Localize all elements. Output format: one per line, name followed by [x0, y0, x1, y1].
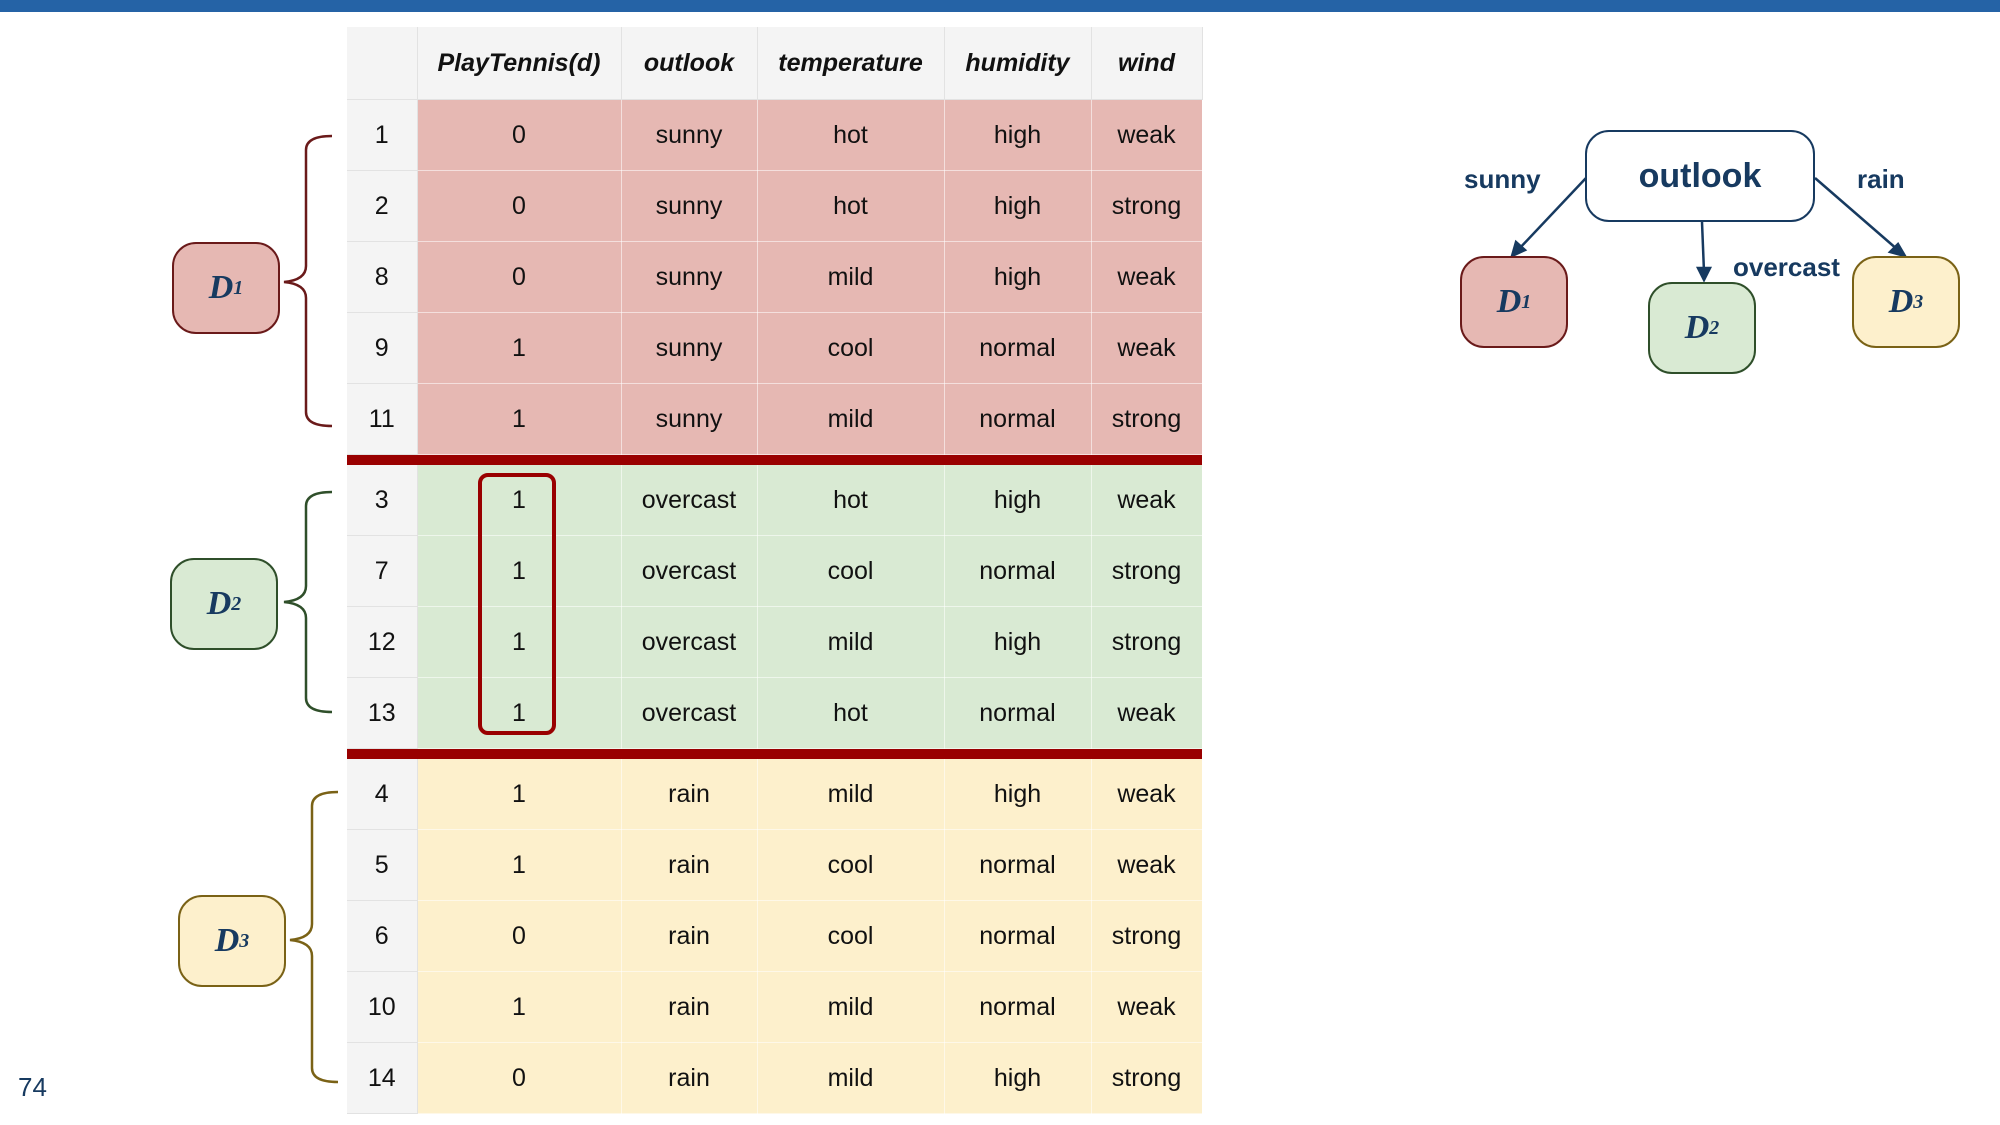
- edge-label-sunny: sunny: [1464, 164, 1541, 194]
- group-label-d3: D3: [178, 895, 286, 987]
- tree-leaf-d3: D3: [1852, 256, 1960, 348]
- edge-label-rain: rain: [1857, 164, 1905, 194]
- tree-root-outlook: outlook: [1585, 130, 1815, 222]
- tree-leaf-d2: D2: [1648, 282, 1756, 374]
- group-label-d2: D2: [170, 558, 278, 650]
- brace-d3: [289, 790, 339, 1084]
- edge-overcast: [1700, 221, 1706, 273]
- edge-label-overcast: overcast: [1733, 252, 1840, 282]
- brace-d2: [283, 490, 333, 714]
- group-label-d1: D1: [172, 242, 280, 334]
- page-number: 74: [18, 1072, 47, 1102]
- brace-d1: [283, 134, 333, 428]
- tree-leaf-d1: D1: [1460, 256, 1568, 348]
- edge-overcast-arrow: [1695, 266, 1713, 283]
